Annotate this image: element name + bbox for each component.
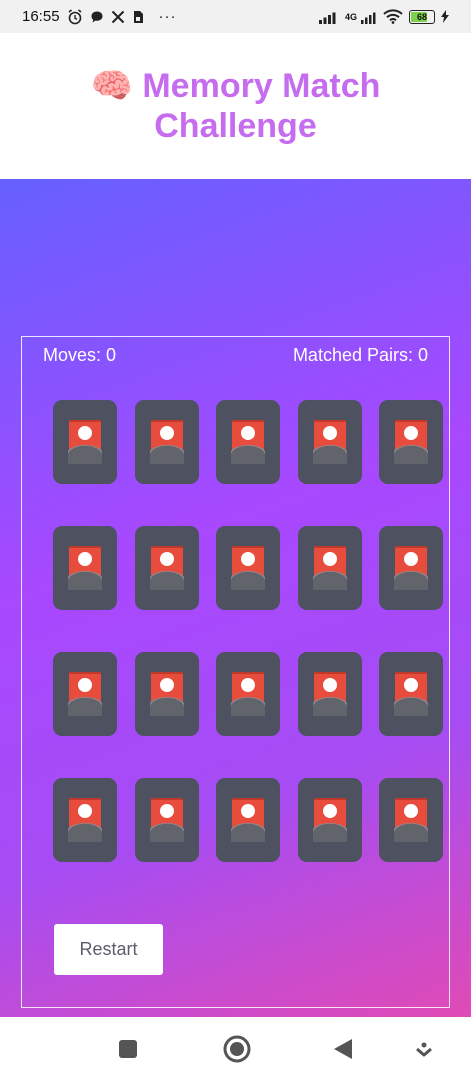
memory-card[interactable]: [134, 526, 199, 610]
card-grid: [53, 400, 443, 862]
image-placeholder-icon: [68, 420, 102, 464]
memory-card[interactable]: [134, 400, 199, 484]
page-title-text: Memory Match Challenge: [142, 67, 381, 145]
image-placeholder-icon: [394, 546, 428, 590]
memory-card[interactable]: [134, 778, 199, 862]
image-placeholder-icon: [149, 420, 184, 464]
status-bar: 16:55 ··· 4G 68: [0, 0, 471, 33]
network-type: 4G: [344, 11, 357, 22]
memory-card[interactable]: [297, 526, 362, 610]
home-icon[interactable]: [222, 1034, 252, 1064]
recent-apps-icon[interactable]: [116, 1037, 140, 1061]
image-placeholder-icon: [312, 546, 347, 590]
matched-pairs-counter: Matched Pairs: 0: [292, 345, 428, 365]
image-placeholder-icon: [68, 672, 102, 716]
memory-card[interactable]: [134, 652, 199, 736]
image-placeholder-icon: [149, 546, 184, 590]
assistant-icon[interactable]: [412, 1037, 436, 1061]
image-placeholder-icon: [231, 798, 265, 842]
status-right: 4G 68: [318, 9, 449, 24]
memory-card[interactable]: [216, 652, 280, 736]
memory-card[interactable]: [53, 778, 117, 862]
memory-card[interactable]: [297, 652, 362, 736]
sim-icon: [132, 10, 144, 24]
app-header: 🧠 Memory Match Challenge: [0, 33, 471, 179]
image-placeholder-icon: [394, 798, 428, 842]
memory-card[interactable]: [379, 778, 443, 862]
memory-card[interactable]: [53, 400, 117, 484]
status-time: 16:55: [22, 8, 60, 25]
image-placeholder-icon: [231, 672, 265, 716]
memory-card[interactable]: [379, 526, 443, 610]
memory-card[interactable]: [379, 652, 443, 736]
image-placeholder-icon: [312, 672, 347, 716]
battery-percent: 68: [416, 11, 427, 22]
navigation-bar: [0, 1017, 471, 1080]
status-left: 16:55 ···: [22, 8, 177, 25]
memory-card[interactable]: [53, 526, 117, 610]
game-area: Moves: 0 Matched Pairs: 0 Restart: [0, 179, 471, 1017]
image-placeholder-icon: [312, 420, 347, 464]
memory-card[interactable]: [53, 652, 117, 736]
memory-card[interactable]: [297, 400, 362, 484]
image-placeholder-icon: [394, 420, 428, 464]
wifi-icon: [383, 9, 403, 24]
image-placeholder-icon: [312, 798, 347, 842]
restart-button[interactable]: Restart: [54, 924, 163, 975]
page-title: 🧠 Memory Match Challenge: [56, 66, 416, 146]
memory-card[interactable]: [379, 400, 443, 484]
chat-icon: [90, 10, 104, 24]
memory-card[interactable]: [216, 526, 280, 610]
memory-card[interactable]: [216, 400, 280, 484]
game-board: Moves: 0 Matched Pairs: 0 Restart: [21, 336, 450, 1008]
image-placeholder-icon: [149, 672, 184, 716]
image-placeholder-icon: [231, 420, 265, 464]
brain-icon: 🧠: [90, 67, 133, 105]
alarm-icon: [67, 8, 83, 25]
more-indicator: ···: [158, 8, 177, 25]
image-placeholder-icon: [149, 798, 184, 842]
memory-card[interactable]: [297, 778, 362, 862]
charging-icon: [441, 10, 449, 23]
signal-icon: [318, 10, 339, 24]
battery-icon: 68: [409, 9, 435, 24]
score-bar: Moves: 0 Matched Pairs: 0: [43, 345, 428, 366]
image-placeholder-icon: [231, 546, 265, 590]
image-placeholder-icon: [68, 546, 102, 590]
x-logo-icon: [111, 10, 125, 24]
image-placeholder-icon: [68, 798, 102, 842]
signal-icon: [361, 10, 377, 24]
moves-counter: Moves: 0: [43, 345, 117, 365]
memory-card[interactable]: [216, 778, 280, 862]
back-icon[interactable]: [331, 1037, 355, 1061]
image-placeholder-icon: [394, 672, 428, 716]
